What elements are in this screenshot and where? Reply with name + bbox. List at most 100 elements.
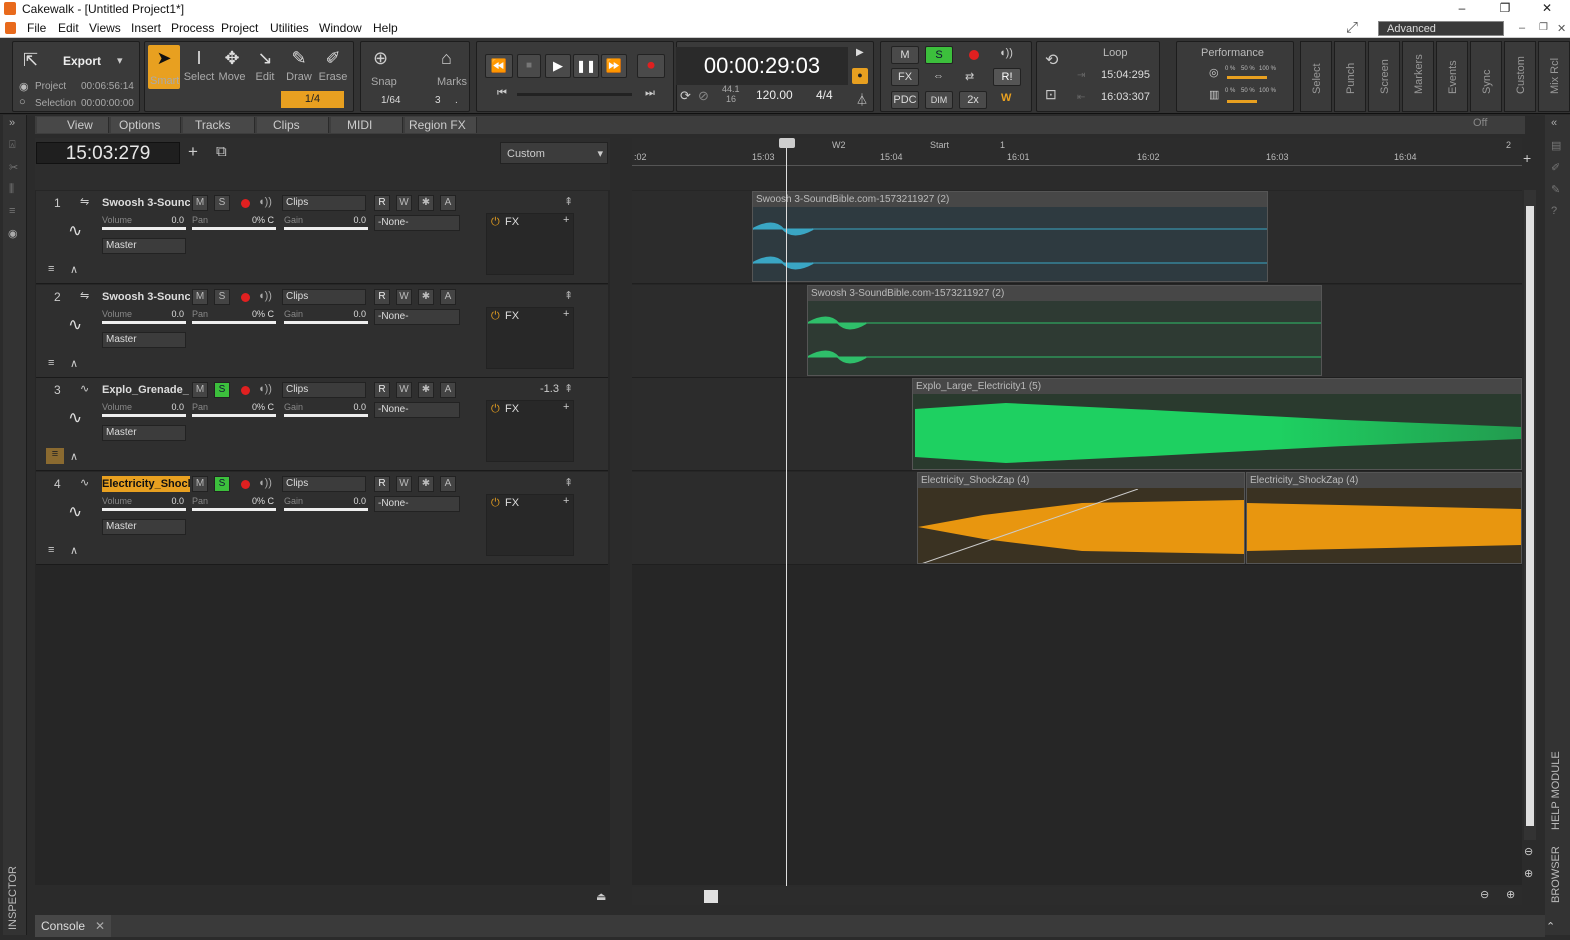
gain-slider[interactable]: Gain 0.0 (284, 402, 368, 418)
clips-dropdown[interactable]: Clips (282, 476, 366, 492)
project-radio[interactable]: ◉ (19, 80, 29, 93)
track-collapse-icon[interactable]: ⇞ (564, 476, 573, 489)
volume-slider[interactable]: Volume 0.0 (102, 309, 186, 325)
gain-slider[interactable]: Gain 0.0 (284, 309, 368, 325)
volume-slider[interactable]: Volume 0.0 (102, 215, 186, 231)
doc-restore-button[interactable]: ❐ (1539, 22, 1548, 33)
goto-end-icon[interactable]: ⏭ (645, 87, 655, 100)
track-lanes-icon[interactable]: ≡ (48, 357, 54, 369)
input-echo-icon[interactable]: ◖)) (258, 290, 272, 302)
panel-screen[interactable]: Screen (1368, 41, 1400, 112)
pan-slider[interactable]: Pan 0% C (192, 309, 276, 325)
archive-button[interactable]: A (440, 382, 456, 398)
clips-dropdown[interactable]: Clips (282, 382, 366, 398)
output-dropdown[interactable]: Master (102, 238, 186, 254)
time-ruler[interactable]: :02 15:03 15:04 16:01 16:02 16:03 16:04 … (632, 138, 1522, 166)
menu-utilities[interactable]: Utilities (270, 21, 309, 35)
archive-button[interactable]: A (440, 195, 456, 211)
zoom-in-vertical-icon[interactable]: ⊕ (1524, 867, 1533, 880)
read-button[interactable]: R (374, 195, 390, 211)
loop-start[interactable]: 15:04:295 (1101, 69, 1150, 81)
double-button[interactable]: 2x (959, 91, 987, 109)
freeze-button[interactable]: ✱ (418, 382, 434, 398)
input-echo-icon[interactable]: ◖)) (258, 196, 272, 208)
inspector-eq-icon[interactable]: ⫼ (9, 183, 14, 196)
console-close-icon[interactable]: ✕ (95, 915, 105, 937)
track-name[interactable]: Swoosh 3-Sounc (102, 195, 190, 211)
input-echo-icon[interactable]: ◖)) (258, 477, 272, 489)
menu-insert[interactable]: Insert (131, 21, 161, 35)
automation-icon[interactable]: ∧ (70, 544, 78, 557)
track-lanes-icon[interactable]: ≡ (48, 544, 54, 556)
fx-add-icon[interactable]: + (563, 495, 569, 507)
track-name[interactable]: Swoosh 3-Sounc (102, 289, 190, 305)
loop-toggle-icon[interactable]: ⟲ (1045, 50, 1058, 70)
doc-close-button[interactable]: ✕ (1557, 22, 1566, 35)
menu-window[interactable]: Window (319, 21, 362, 35)
write-button[interactable]: W (396, 289, 412, 305)
automation-icon[interactable]: ∧ (70, 357, 78, 370)
snap-off-label[interactable]: Off (1473, 117, 1487, 129)
fullscreen-icon[interactable]: ⤢ (1346, 19, 1358, 36)
zoom-out-horizontal-icon[interactable]: ⊖ (1480, 888, 1489, 901)
select-tool[interactable]: I Select (183, 45, 215, 89)
help-icon[interactable]: ? (1551, 205, 1557, 217)
solo-button[interactable]: S (214, 195, 230, 211)
pan-slider[interactable]: Pan 0% C (192, 402, 276, 418)
solo-all-button[interactable]: S (925, 46, 953, 64)
zoom-out-vertical-icon[interactable]: ⊖ (1524, 845, 1533, 858)
export-button[interactable]: Export (63, 54, 101, 68)
freeze-button[interactable]: ✱ (418, 195, 434, 211)
play-small-icon[interactable]: ▶ (856, 47, 864, 58)
vertical-scrollbar[interactable] (1524, 190, 1536, 840)
panel-punch[interactable]: Punch (1334, 41, 1366, 112)
fx-button[interactable]: FX (891, 68, 919, 86)
output-dropdown[interactable]: Master (102, 332, 186, 348)
zoom-in-horizontal-icon[interactable]: ⊕ (1506, 888, 1515, 901)
fx-add-icon[interactable]: + (563, 308, 569, 320)
marker-2[interactable]: 2 (1506, 140, 1511, 150)
input-echo-icon[interactable]: ◖)) (999, 47, 1013, 59)
inspector-tool-icon[interactable]: ⍓ (9, 139, 16, 152)
fx-bin[interactable]: ⏻ FX + (486, 307, 574, 369)
write-button[interactable]: W (396, 476, 412, 492)
audio-clip[interactable]: Electricity_ShockZap (4) (917, 472, 1245, 564)
menu-region-fx[interactable]: Region FX (405, 117, 477, 133)
record-button[interactable]: ⏺ (637, 54, 665, 78)
write-auto-button[interactable]: W (1001, 92, 1011, 104)
panel-markers[interactable]: Markers (1402, 41, 1434, 112)
browser-notes-icon[interactable]: ✎ (1551, 183, 1560, 196)
input-dropdown[interactable]: -None- (374, 215, 460, 231)
audio-clip[interactable]: Swoosh 3-SoundBible.com-1573211927 (2) (752, 191, 1268, 282)
record-arm-button[interactable] (241, 199, 250, 208)
output-dropdown[interactable]: Master (102, 425, 186, 441)
vertical-scroll-thumb[interactable] (1526, 206, 1534, 826)
read-button[interactable]: R (374, 382, 390, 398)
track-lanes-icon[interactable]: ≡ (48, 263, 54, 275)
tempo[interactable]: 120.00 (756, 88, 793, 102)
browser-media-icon[interactable]: ▤ (1551, 139, 1561, 152)
record-arm-button[interactable] (241, 480, 250, 489)
loop-end[interactable]: 16:03:307 (1101, 91, 1150, 103)
snap-n[interactable]: 3 (435, 95, 441, 106)
mute-button[interactable]: M (192, 289, 208, 305)
track-lanes-icon[interactable]: ≡ (46, 448, 64, 464)
pdc-button[interactable]: PDC (891, 91, 919, 109)
stop-button[interactable]: ■ (517, 54, 541, 78)
track-name[interactable]: Explo_Grenade_ (102, 382, 190, 398)
panel-mix-recall[interactable]: Mix Rcl (1538, 41, 1570, 112)
marks-icon[interactable]: ⌂ (441, 48, 452, 69)
track-3[interactable]: 3 ∿ Explo_Grenade_ M S ◖)) Clips R W ✱ A… (36, 378, 608, 471)
goto-start-icon[interactable]: ⏮ (497, 87, 507, 100)
panel-select[interactable]: Select (1300, 41, 1332, 112)
punch-toggle-icon[interactable]: ⊡ (1045, 86, 1057, 103)
inspector-clip-icon[interactable]: ✂ (9, 161, 18, 174)
export-dropdown-icon[interactable]: ▾ (117, 54, 123, 67)
track-collapse-icon[interactable]: ⇞ (564, 382, 573, 395)
track-4[interactable]: 4 ∿ Electricity_Shocl M S ◖)) Clips R W … (36, 472, 608, 565)
sync-icon[interactable]: ⇄ (965, 70, 974, 83)
panel-custom[interactable]: Custom (1504, 41, 1536, 112)
add-track-icon[interactable]: + (188, 142, 198, 162)
panel-events[interactable]: Events (1436, 41, 1468, 112)
solo-button[interactable]: S (214, 476, 230, 492)
